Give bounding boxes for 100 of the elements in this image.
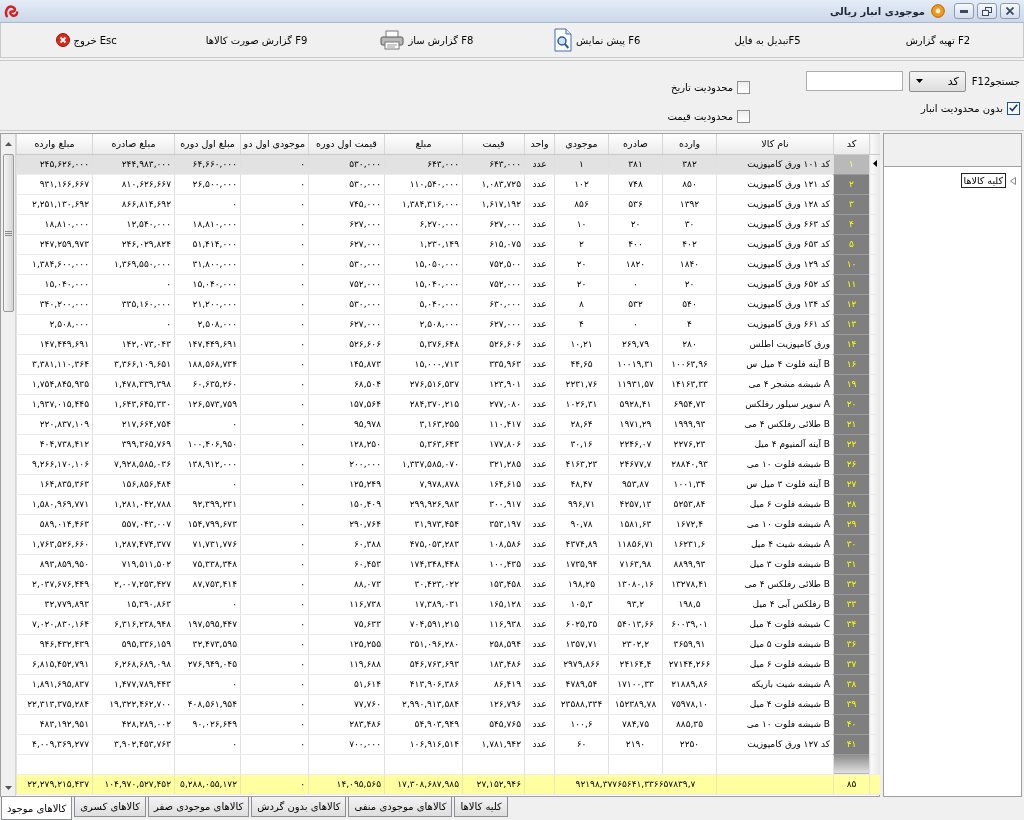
scrollbar[interactable] (1, 134, 16, 796)
table-row[interactable]: ۴۱ کد ۱۲۷ ورق کامپوزیت ۲۲۵۰ ۲۱۹۰ ۶۰ عدد ۱,۷۸۱,۹۴۲ ۱۰۶,۹۱۶,۵۱۴ ۷۰۰,۰۰۰ ۰ ۰ ۳,۹۰۲,۴۵۳,۷۶۳ ۴,۰۰۹,۳۶۹,۲۷۷ (16, 734, 880, 754)
table-cell: عدد (524, 394, 555, 414)
search-field[interactable] (806, 71, 903, 91)
tab[interactable]: کالاهای موجودی صفر (148, 797, 250, 817)
row-selector[interactable] (869, 154, 880, 174)
column-header[interactable]: قیمت (462, 134, 525, 154)
tab[interactable]: کالاهای بدون گردش (251, 797, 347, 817)
table-row[interactable]: ۱۴ ورق کامپوزیت اطلس ۲۸۰ ۲۶۹,۷۹ ۱۰,۲۱ عدد ۵۲۶,۶۰۶ ۵,۳۷۶,۶۴۸ ۵۲۶,۶۰۶ ۰ ۱۴۷,۴۴۹,۶۹۱ ۱۴۲,۰۷۳,۰۴۳ ۱۴۷,۴۴۹,۶۹۱ (16, 334, 880, 354)
column-header[interactable]: مبلغ (384, 134, 463, 154)
column-header[interactable]: کد (833, 134, 870, 154)
minimize-button[interactable] (954, 3, 974, 19)
table-cell: ۳,۹۰۲,۴۵۳,۷۶۳ (92, 734, 175, 754)
scrollbar-thumb[interactable] (2, 154, 14, 312)
toolbar-button[interactable]: گزارش صورت کالاها F9 (203, 33, 310, 47)
table-row[interactable]: ۳۸ A شیشه شیت باریکه ۲۱۸۸۹,۸۶ ۱۷۱۰۰,۳۳ ۴۷۸۹,۵۴ عدد ۸۶,۴۱۹ ۴۱۳,۹۰۶,۳۸۶ ۵۱,۶۱۴ ۰ ۰ ۱,۴۷۷,۷۸۹,۴۴۳ ۱,۸۹۱,۶۹۵,۸۳۷ (16, 674, 880, 694)
toolbar-button[interactable]: تهیه گزارش F2 (903, 33, 972, 47)
table-cell: ۶۰۲۵,۳۵ (554, 614, 609, 634)
table-cell: A شیشه شیت باریکه (716, 674, 834, 694)
table-cell: ۱ (554, 154, 609, 174)
table-cell: ۳۱,۸۰۰,۰۰۰ (174, 254, 241, 274)
code-cell: ۱۳ (833, 314, 870, 334)
tab[interactable]: کالاهای کسری (74, 797, 147, 817)
table-cell: ۴۳۷۴,۸۹ (554, 534, 609, 554)
table-cell: ۹۳۱,۱۶۶,۶۶۷ (16, 174, 93, 194)
search-by-dropdown[interactable]: کد (909, 70, 966, 92)
table-row[interactable]: ۲۹ A شیشه فلوت ۱۰ می ۱۶۷۲,۴ ۱۵۸۱,۶۳ ۹۰,۷۸ عدد ۳۵۳,۱۹۷ ۳۱,۹۷۳,۴۵۴ ۲۹۰,۷۶۴ ۰ ۱۵۴,۷۹۹,۶۷۳ ۵۵۷,۰۴۳,۰۰۷ ۵۸۹,۰۱۴,۴۶۳ (16, 514, 880, 534)
toolbar-button[interactable]: تبدیل به فایلF5 (732, 33, 803, 47)
restore-button[interactable] (977, 3, 997, 19)
table-cell: ۵۹۲۸,۴۱ (608, 394, 663, 414)
table-cell: عدد (524, 314, 555, 334)
table-cell: ۱۳۲۷۸,۴۱ (662, 574, 717, 594)
table-cell: ۲,۵۰۸,۰۰۰ (174, 314, 241, 334)
column-header[interactable]: موجودی (554, 134, 609, 154)
column-header[interactable]: مبلغ صادره (92, 134, 175, 154)
table-cell: ۲۴۷,۲۵۹,۹۷۳ (16, 234, 93, 254)
table-row[interactable]: ۳۹ B شیشه فلوت ۴ میل ۷۵۹۷۸,۱۰ ۱۵۲۳۸۹,۷۸ ۲۳۵۸۸,۳۳۴ عدد ۱۲۶,۷۹۶ ۲,۹۹۰,۹۱۳,۵۸۴ ۷۷,۷۶۰ ۰ ۴۰۸,۵۶۱,۹۵۴ ۱۹,۳۲۲,۴۶۲,۷۰۰ ۲۲,۳۱۳,۳۷۵,۲۸۴ (16, 694, 880, 714)
tab[interactable]: کالاهای موجود (1, 797, 73, 820)
tree-item[interactable]: کلیه کالاها (960, 173, 1006, 188)
column-header[interactable]: واحد (524, 134, 555, 154)
scroll-up-icon[interactable] (4, 142, 12, 146)
table-cell: ۶۹۵۴,۷۳ (662, 394, 717, 414)
table-row[interactable]: ۲۸ B شیشه فلوت ۶ میل ۵۲۵۳,۸۴ ۴۲۵۷,۱۳ ۹۹۶,۷۱ عدد ۳۰۰,۹۱۷ ۲۹۹,۹۲۶,۹۸۳ ۱۵۰,۴۰۹ ۰ ۹۲,۳۹۹,۲۳۱ ۱,۲۸۱,۰۴۲,۷۸۸ ۱,۵۸۰,۹۶۹,۷۷۱ (16, 494, 880, 514)
table-row[interactable]: ۳۲ B طلائی رفلکس ۴ می ۱۳۲۷۸,۴۱ ۱۳۰۸۰,۱۶ ۱۹۸,۲۵ عدد ۱۵۳,۴۵۸ ۳۰,۴۲۳,۰۲۲ ۸۸,۰۷۳ ۰ ۸۷,۷۵۳,۴۱۴ ۲,۰۰۷,۲۵۳,۴۲۷ ۲,۰۳۷,۶۷۶,۴۴۹ (16, 574, 880, 594)
table-row[interactable]: ۳ کد ۱۲۸ ورق کامپوزیت ۱۳۹۲ ۵۳۶ ۸۵۶ عدد ۱,۶۱۷,۱۹۲ ۱,۳۸۴,۳۱۶,۰۰۰ ۷۴۵,۰۰۰ ۰ ۰ ۸۶۶,۸۱۴,۶۹۲ ۲,۲۵۱,۱۳۰,۶۹۲ (16, 194, 880, 214)
table-cell: ۲۷۶,۹۴۹,۰۴۵ (174, 654, 241, 674)
tab[interactable]: کلیه کالاها (454, 797, 508, 817)
code-cell: ۳ (833, 194, 870, 214)
table-row[interactable]: ۲۶ B شیشه فلوت ۱۰ می ۲۸۸۴۰,۹۳ ۲۴۶۷۷,۷ ۴۱۶۳,۲۳ عدد ۳۲۱,۲۸۵ ۱,۳۳۷,۵۸۵,۰۷۰ ۲۰۰,۰۰۰ ۰ ۱۳۸,۹۱۲,۰۰۰ ۷,۹۲۸,۵۸۵,۰۳۶ ۹,۲۶۶,۱۷۰,۱۰۶ (16, 454, 880, 474)
checkbox-label[interactable]: محدودیت تاریخ (670, 81, 733, 93)
table-row[interactable]: ۳۱ B شیشه فلوت ۳ میل ۸۸۹۹,۹۳ ۷۱۶۳,۹۸ ۱۷۳۵,۹۴ عدد ۱۰۰,۴۳۵ ۱۷۴,۳۴۸,۴۴۸ ۶۰,۴۵۳ ۰ ۷۵,۳۳۸,۳۴۸ ۷۱۹,۵۱۱,۵۰۲ ۸۹۳,۸۵۹,۹۵۰ (16, 554, 880, 574)
table-row[interactable]: ۳۳ B رفلکس آبی ۴ میل ۱۹۸,۵ ۹۳,۲ ۱۰۵,۳ عدد ۱۶۵,۱۲۸ ۱۷,۳۸۹,۰۳۱ ۱۱۶,۷۳۸ ۰ ۰ ۱۵,۳۹۰,۸۶۳ ۳۲,۷۷۹,۸۹۳ (16, 594, 880, 614)
table-cell: ۳۰ (662, 214, 717, 234)
toolbar-button[interactable]: گزارش ساز F8 (378, 29, 476, 51)
toolbar-button[interactable]: خروج Esc (53, 32, 119, 48)
table-cell: ۱۲۵,۲۴۹ (308, 474, 385, 494)
table-cell: ۱۸۸,۵۶۸,۷۳۴ (174, 354, 241, 374)
table-row[interactable]: ۱۲ کد ۱۳۴ ورق کامپوزیت ۵۴۰ ۵۳۲ ۸ عدد ۶۳۰,۰۰۰ ۵,۰۴۰,۰۰۰ ۵۳۰,۰۰۰ ۰ ۲۱,۲۰۰,۰۰۰ ۳۳۵,۱۶۰,۰۰۰ ۳۴۰,۲۰۰,۰۰۰ (16, 294, 880, 314)
table-cell: ۱۰۰,۴۰۶,۹۵۰ (174, 434, 241, 454)
table-row[interactable]: ۲۲ B آینه آلمنیوم ۴ میل ۲۲۷۶,۲۳ ۲۲۴۶,۰۷ ۳۰,۱۶ عدد ۱۷۷,۸۰۶ ۵,۳۶۳,۶۴۳ ۱۲۸,۲۵۰ ۰ ۱۰۰,۴۰۶,۹۵۰ ۳۹۹,۳۶۵,۷۶۹ ۴۰۴,۷۳۸,۴۱۲ (16, 434, 880, 454)
toolbar-button[interactable]: پیش نمایش F6 (552, 27, 643, 53)
table-row[interactable]: ۳۴ C شیشه فلوت ۴ میل ۶۰۰۳۹,۰۱ ۵۴۰۱۳,۶۶ ۶۰۲۵,۳۵ عدد ۱۱۶,۹۳۸ ۷۰۴,۵۹۱,۲۱۵ ۷۵,۶۳۳ ۰ ۱۹۷,۵۹۵,۴۴۷ ۶,۳۱۶,۲۳۸,۹۴۸ ۷,۰۲۰,۸۳۰,۱۶۴ (16, 614, 880, 634)
checkbox[interactable] (1007, 101, 1020, 115)
checkbox-label[interactable]: محدودیت قیمت (667, 110, 733, 122)
table-row[interactable]: ۵ کد ۶۵۳ ورق کامپوزیت ۴۰۲ ۴۰۰ ۲ عدد ۶۱۵,۰۷۵ ۱,۲۳۰,۱۴۹ ۶۲۷,۰۰۰ ۰ ۵۱,۴۱۴,۰۰۰ ۲۴۶,۰۲۹,۸۲۴ ۲۴۷,۲۵۹,۹۷۳ (16, 234, 880, 254)
tab[interactable]: کالاهای موجودی منفی (348, 797, 453, 817)
column-header[interactable]: موجودی اول دو (240, 134, 309, 154)
table-row[interactable]: ۱۰ کد ۱۲۹ ورق کامپوزیت ۱۸۴۰ ۱۸۲۰ ۲۰ عدد ۷۵۲,۵۰۰ ۱۵,۰۵۰,۰۰۰ ۵۳۰,۰۰۰ ۰ ۳۱,۸۰۰,۰۰۰ ۱,۳۶۹,۵۵۰,۰۰۰ ۱,۳۸۴,۶۰۰,۰۰۰ (16, 254, 880, 274)
checkbox[interactable] (737, 109, 750, 123)
table-row[interactable]: ۲۱ B طلائی رفلکس ۴ می ۱۹۹۹,۹۳ ۱۹۷۱,۲۹ ۲۸,۶۴ عدد ۱۱۰,۴۱۷ ۳,۱۶۳,۲۵۵ ۹۵,۹۷۸ ۰ ۰ ۲۱۷,۶۶۴,۷۵۴ ۲۲۰,۸۳۷,۱۰۹ (16, 414, 880, 434)
table-cell: ۶۲۷,۰۰۰ (308, 234, 385, 254)
table-row[interactable]: ۴ کد ۶۶۳ ورق کامپوزیت ۳۰ ۲۰ ۱۰ عدد ۶۲۷,۰۰۰ ۶,۲۷۰,۰۰۰ ۶۲۷,۰۰۰ ۰ ۱۸,۸۱۰,۰۰۰ ۱۲,۵۴۰,۰۰۰ ۱۸,۸۱۰,۰۰۰ (16, 214, 880, 234)
expander-icon[interactable] (1010, 176, 1016, 185)
column-header[interactable]: قیمت اول دوره (308, 134, 385, 154)
checkbox-label[interactable]: بدون محدودیت انبار (921, 102, 1003, 114)
table-row[interactable]: ۱۹ A شیشه مشجر ۴ می ۱۴۱۶۳,۳۳ ۱۱۹۳۱,۵۷ ۲۲۳۱,۷۶ عدد ۱۲۳,۹۰۱ ۲۷۶,۵۱۶,۵۳۷ ۶۸,۵۰۴ ۰ ۶۰,۶۳۵,۲۶۰ ۱,۴۷۸,۳۳۹,۳۹۸ ۱,۷۵۴,۸۴۵,۹۳۵ (16, 374, 880, 394)
close-button[interactable] (1000, 3, 1020, 19)
table-row[interactable]: ۱۶ B آینه فلوت ۴ میل س ۱۰۰۶۳,۹۶ ۱۰۰۱۹,۳۱ ۴۴,۶۵ عدد ۳۳۵,۹۶۳ ۱۵,۰۰۰,۷۱۳ ۱۴۵,۸۷۳ ۰ ۱۸۸,۵۶۸,۷۳۴ ۳,۳۶۶,۱۰۹,۶۵۱ ۳,۳۸۱,۱۱۰,۳۶۴ (16, 354, 880, 374)
column-header[interactable]: صادره (608, 134, 663, 154)
table-row[interactable]: ۲۰ A سوپر سیلور رفلکس ۶۹۵۴,۷۳ ۵۹۲۸,۴۱ ۱۰۲۶,۳۱ عدد ۲۷۷,۰۸۰ ۲۸۴,۳۷۰,۲۱۵ ۱۵۷,۵۶۴ ۰ ۱۲۶,۵۷۳,۷۵۹ ۱,۶۴۳,۶۴۵,۳۳۰ ۱,۹۳۷,۰۱۵,۴۴۵ (16, 394, 880, 414)
scroll-down-icon[interactable] (4, 786, 12, 790)
table-row[interactable]: ۳۶ B شیشه فلوت ۵ میل ۳۶۵۹,۹۱ ۲۳۰۲,۲ ۱۳۵۷,۷۱ عدد ۲۵۸,۵۹۴ ۳۵۱,۰۹۶,۲۸۰ ۱۲۵,۲۵۵ ۰ ۳۲,۴۷۳,۵۹۵ ۵۹۵,۳۳۶,۱۵۹ ۹۴۶,۴۳۲,۴۳۹ (16, 634, 880, 654)
table-row[interactable]: ۲ کد ۱۲۱ ورق کامپوزیت ۸۵۰ ۷۴۸ ۱۰۲ عدد ۱,۰۸۳,۷۲۵ ۱۱۰,۵۴۰,۰۰۰ ۵۳۰,۰۰۰ ۰ ۲۶,۵۰۰,۰۰۰ ۸۱۰,۶۲۶,۶۶۷ ۹۳۱,۱۶۶,۶۶۷ (16, 174, 880, 194)
table-row[interactable]: ۱۱ کد ۶۵۲ ورق کامپوزیت ۲۰ ۰ ۲۰ عدد ۷۵۲,۰۰۰ ۱۵,۰۴۰,۰۰۰ ۷۵۲,۰۰۰ ۰ ۱۵,۰۴۰,۰۰۰ ۰ ۱۵,۰۴۰,۰۰۰ (16, 274, 880, 294)
checkbox[interactable] (737, 80, 750, 94)
table-row[interactable]: ۳۷ B شیشه فلوت ۶ میل ۲۷۱۴۴,۲۶۶ ۲۴۱۶۴,۴ ۲۹۷۹,۸۶۶ عدد ۱۸۳,۴۸۶ ۵۴۶,۷۶۳,۶۹۳ ۱۱۹,۶۸۸ ۰ ۲۷۶,۹۴۹,۰۴۵ ۶,۲۶۸,۶۸۹,۰۹۸ ۶,۸۱۵,۴۵۲,۷۹۱ (16, 654, 880, 674)
column-header[interactable]: نام کالا (716, 134, 834, 154)
table-row[interactable]: ۲۷ B آینه فلوت ۳ میل س ۱۰۰۱,۳۴ ۹۵۳,۸۷ ۴۸,۴۷ عدد ۱۶۴,۶۱۵ ۷,۹۷۸,۸۷۸ ۱۲۵,۲۴۹ ۰ ۰ ۱۵۶,۸۵۶,۴۸۴ ۱۶۴,۸۳۵,۳۶۳ (16, 474, 880, 494)
column-header[interactable]: مبلغ وارده (16, 134, 93, 154)
table-cell: ۷,۹۲۸,۵۸۵,۰۳۶ (92, 454, 175, 474)
table-cell: ۱,۴۷۷,۷۸۹,۴۴۳ (92, 674, 175, 694)
code-cell: ۲۷ (833, 474, 870, 494)
table-row[interactable]: ۱۳ کد ۶۶۱ ورق کامپوزیت ۴ ۰ ۴ عدد ۶۲۷,۰۰۰ ۲,۵۰۸,۰۰۰ ۶۲۷,۰۰۰ ۰ ۲,۵۰۸,۰۰۰ ۰ ۲,۵۰۸,۰۰۰ (16, 314, 880, 334)
table-cell: عدد (524, 674, 555, 694)
column-header[interactable]: مبلغ اول دوره (174, 134, 241, 154)
column-header[interactable]: وارده (662, 134, 717, 154)
table-row[interactable]: ۳۰ A شیشه شیت ۴ میل ۱۶۲۳۱,۶ ۱۱۸۵۶,۷۱ ۴۳۷۴,۸۹ عدد ۱۰۸,۵۸۶ ۴۷۵,۰۵۳,۲۸۳ ۶۰,۳۸۸ ۰ ۷۱,۷۳۱,۷۷۶ ۱,۲۸۷,۴۷۴,۳۷۷ ۱,۷۶۳,۵۲۶,۶۶۰ (16, 534, 880, 554)
table-cell: A شیشه شیت ۴ میل (716, 534, 834, 554)
table-row[interactable]: ۴۰ B شیشه فلوت ۱۰ می ۸۸۵,۳۵ ۷۸۴,۷۵ ۱۰۰,۶ عدد ۵۴۵,۷۶۵ ۵۴,۹۰۳,۹۴۹ ۲۸۳,۴۸۶ ۰ ۹۰,۰۲۶,۶۴۹ ۴۲۸,۲۸۹,۰۰۲ ۴۸۳,۱۹۲,۹۵۱ (16, 714, 880, 734)
table-row[interactable]: ۱ کد ۱۰۱ ورق کامپوزیت ۳۸۲ ۳۸۱ ۱ عدد ۶۴۳,۰۰۰ ۶۴۳,۰۰۰ ۵۳۰,۰۰۰ ۰ ۶۴,۶۶۰,۰۰۰ ۲۴۴,۹۸۳,۰۰۰ ۲۴۵,۶۲۶,۰۰۰ (16, 154, 880, 174)
